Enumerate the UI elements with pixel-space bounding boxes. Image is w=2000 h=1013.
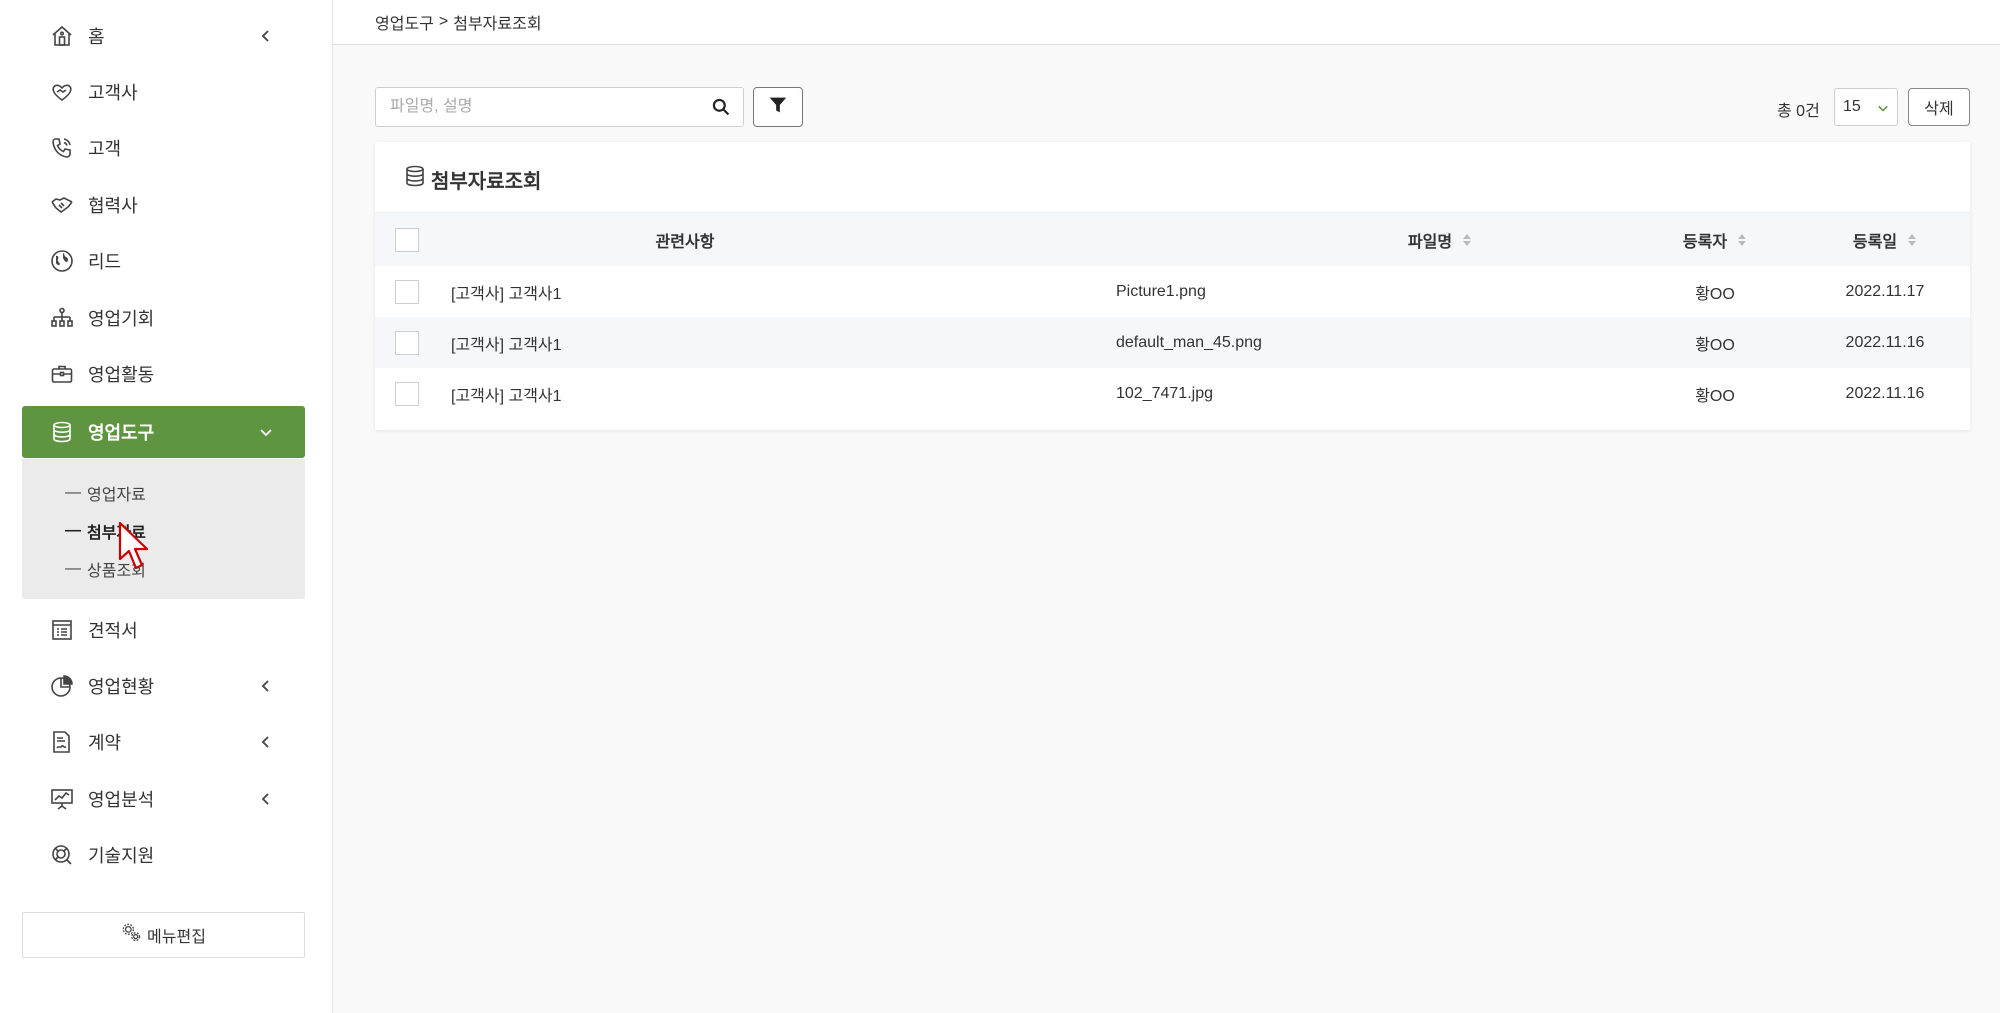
breadcrumb-current: 첨부자료조회 — [453, 16, 542, 33]
sidebar-item-label: 영업현황 — [88, 677, 155, 697]
mouse-cursor-icon — [118, 521, 149, 570]
contract-icon — [48, 728, 76, 756]
handshake-heart-icon — [48, 78, 76, 106]
cell-related: [고객사] 고객사1 — [451, 285, 562, 303]
pie-chart-icon — [48, 672, 76, 700]
sidebar-item-label: 홈 — [88, 27, 105, 47]
card-title-text: 첨부자료조회 — [431, 170, 542, 193]
search-icon[interactable] — [709, 95, 733, 119]
cell-date: 2022.11.17 — [1845, 282, 1925, 300]
breadcrumb-parent[interactable]: 영업도구 — [375, 10, 434, 34]
home-icon — [48, 22, 76, 50]
sidebar-item-label: 영업기회 — [88, 309, 155, 329]
chevron-left-icon — [255, 731, 277, 753]
card-title: 첨부자료조회 — [403, 164, 541, 194]
sidebar-item-sales-analysis[interactable]: 영업분석 — [22, 773, 305, 825]
sidebar-item-sales-activity[interactable]: 영업활동 — [22, 348, 305, 400]
table-row[interactable]: [고객사] 고객사1 default_man_45.png 황OO 2022.1… — [375, 317, 1970, 368]
search-box — [375, 87, 744, 127]
sidebar-item-lead[interactable]: 리드 — [22, 235, 305, 287]
chevron-down-icon — [1877, 101, 1889, 119]
cell-filename[interactable]: 102_7471.jpg — [1116, 368, 1213, 419]
gears-icon — [121, 922, 147, 949]
sidebar-item-label: 고객사 — [88, 83, 138, 103]
cell-registrant: 황OO — [1695, 336, 1735, 354]
chevron-down-icon — [255, 421, 277, 443]
sidebar-item-label: 협력사 — [88, 196, 138, 216]
globe-icon — [48, 247, 76, 275]
submenu-item-label: 영업자료 — [87, 487, 146, 504]
column-header-related: 관련사항 — [655, 233, 715, 251]
cell-filename[interactable]: default_man_45.png — [1116, 317, 1262, 368]
presentation-icon — [48, 785, 76, 813]
filter-icon — [767, 94, 789, 121]
sidebar-item-label: 영업도구 — [88, 423, 155, 443]
sort-icon — [1737, 233, 1747, 247]
row-checkbox[interactable] — [395, 330, 419, 355]
support-icon — [48, 841, 76, 869]
cell-registrant: 황OO — [1695, 285, 1735, 303]
row-checkbox[interactable] — [395, 279, 419, 304]
total-count: 총 0건 — [1777, 103, 1820, 120]
column-header-date[interactable]: 등록일 — [1815, 213, 1955, 266]
sidebar-item-quote[interactable]: 견적서 — [22, 604, 305, 656]
topbar: 영업도구 > 첨부자료조회 — [333, 0, 2000, 45]
sidebar-item-sales-status[interactable]: 영업현황 — [22, 660, 305, 712]
database-icon — [48, 418, 76, 446]
sidebar-item-opportunity[interactable]: 영업기회 — [22, 292, 305, 344]
table-header: 관련사항 파일명 등록자 등록일 — [375, 212, 1970, 266]
search-input[interactable] — [390, 88, 690, 126]
cell-date: 2022.11.16 — [1845, 333, 1925, 351]
chevron-left-icon — [255, 788, 277, 810]
sort-icon — [1907, 233, 1917, 247]
sidebar-item-customer-company[interactable]: 고객사 — [22, 66, 305, 118]
sidebar-item-sales-tools[interactable]: 영업도구 — [22, 406, 305, 458]
sidebar-item-customer[interactable]: 고객 — [22, 122, 305, 174]
chevron-left-icon — [255, 675, 277, 697]
sidebar-item-contract[interactable]: 계약 — [22, 716, 305, 768]
sidebar-item-label: 영업활동 — [88, 365, 155, 385]
phone-icon — [48, 134, 76, 162]
sidebar-item-label: 리드 — [88, 252, 122, 272]
cell-related: [고객사] 고객사1 — [451, 336, 562, 354]
sidebar-item-home[interactable]: 홈 — [22, 10, 305, 62]
table-row[interactable]: [고객사] 고객사1 Picture1.png 황OO 2022.11.17 — [375, 266, 1970, 317]
handshake-icon — [48, 191, 76, 219]
cell-date: 2022.11.16 — [1845, 384, 1925, 402]
sidebar: 홈 고객사 고객 협력사 리드 영업기회 영업활동 영업도구 — 영업자료 — … — [0, 0, 333, 1013]
sidebar-item-label: 기술지원 — [88, 846, 155, 866]
sidebar-item-label: 견적서 — [88, 621, 138, 641]
page-size-select[interactable]: 15 — [1834, 88, 1898, 126]
sort-icon — [1462, 233, 1472, 247]
attachments-card: 첨부자료조회 관련사항 파일명 등록자 등록일 [고객사] 고객사1 Pictu… — [375, 142, 1970, 430]
sidebar-item-label: 영업분석 — [88, 790, 155, 810]
filter-button[interactable] — [753, 87, 803, 127]
database-icon — [403, 164, 431, 194]
sidebar-item-label: 고객 — [88, 139, 122, 159]
column-header-registrant[interactable]: 등록자 — [1615, 213, 1815, 266]
org-chart-icon — [48, 304, 76, 332]
sidebar-item-partner[interactable]: 협력사 — [22, 179, 305, 231]
receipt-icon — [48, 616, 76, 644]
submenu-item-sales-material[interactable]: — 영업자료 — [65, 480, 146, 506]
row-checkbox[interactable] — [395, 381, 419, 406]
briefcase-icon — [48, 360, 76, 388]
page-size-value: 15 — [1843, 98, 1861, 115]
delete-button[interactable]: 삭제 — [1908, 88, 1970, 126]
cell-filename[interactable]: Picture1.png — [1116, 266, 1206, 317]
menu-edit-label: 메뉴편집 — [147, 929, 206, 946]
column-header-filename[interactable]: 파일명 — [1265, 213, 1615, 266]
sidebar-item-tech-support[interactable]: 기술지원 — [22, 829, 305, 881]
cell-registrant: 황OO — [1695, 387, 1735, 405]
sidebar-item-label: 계약 — [88, 733, 122, 753]
breadcrumb-separator: > — [438, 13, 449, 30]
sales-tools-submenu: — 영업자료 — 첨부자료 — 상품조회 — [22, 459, 305, 599]
cell-related: [고객사] 고객사1 — [451, 387, 562, 405]
table-row[interactable]: [고객사] 고객사1 102_7471.jpg 황OO 2022.11.16 — [375, 368, 1970, 419]
breadcrumb: 영업도구 > 첨부자료조회 — [375, 10, 542, 34]
menu-edit-button[interactable]: 메뉴편집 — [22, 912, 305, 958]
select-all-checkbox[interactable] — [395, 227, 419, 252]
chevron-left-icon — [255, 25, 277, 47]
